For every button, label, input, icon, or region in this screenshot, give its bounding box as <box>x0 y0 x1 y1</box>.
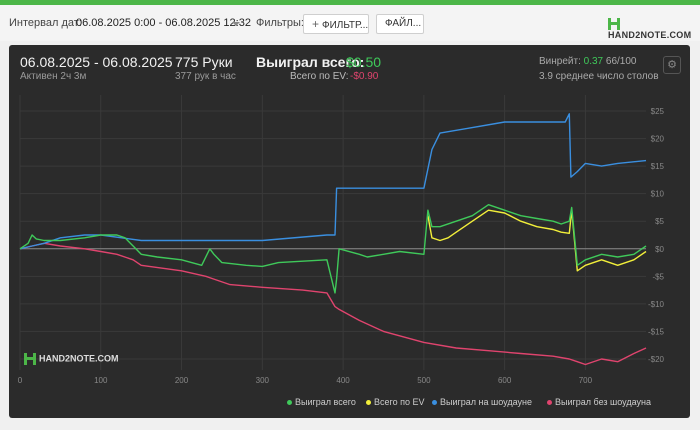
y-tick-label: -$5 <box>652 272 664 281</box>
legend-label: Всего по EV <box>374 397 425 407</box>
y-tick-label: $20 <box>651 135 665 144</box>
legend-item[interactable]: Выиграл всего <box>287 397 356 407</box>
legend-dot-icon <box>287 400 292 406</box>
legend-item[interactable]: Выиграл на шоудауне <box>432 397 532 407</box>
x-tick-label: 200 <box>175 376 189 385</box>
legend-label: Выиграл без шоудауна <box>555 397 651 407</box>
x-tick-label: 600 <box>498 376 512 385</box>
y-tick-label: -$15 <box>648 327 665 336</box>
x-axis: 0 100 200 300 400 500 600 700 <box>18 376 593 385</box>
y-tick-label: $0 <box>655 245 664 254</box>
y-tick-label: $5 <box>655 217 664 226</box>
legend-label: Выиграл всего <box>295 397 356 407</box>
x-tick-label: 400 <box>336 376 350 385</box>
line-chart: $25 $20 $15 $10 $5 $0 -$5 -$10 -$15 -$20 0 100 200 3… <box>18 95 665 385</box>
legend-item[interactable]: Выиграл без шоудауна <box>547 397 651 407</box>
chart-watermark: HAND2NOTE.COM <box>24 353 119 365</box>
y-axis: $25 $20 $15 $10 $5 $0 -$5 -$10 -$15 -$20 <box>648 107 665 364</box>
watermark-logo-icon <box>24 353 36 365</box>
grid-lines <box>19 95 646 370</box>
y-tick-label: -$10 <box>648 300 665 309</box>
x-tick-label: 500 <box>417 376 431 385</box>
x-tick-label: 0 <box>18 376 23 385</box>
x-tick-label: 100 <box>94 376 108 385</box>
y-tick-label: $25 <box>651 107 665 116</box>
y-tick-label: $10 <box>651 190 665 199</box>
y-tick-label: $15 <box>651 162 665 171</box>
watermark-text: HAND2NOTE.COM <box>39 353 119 364</box>
x-tick-label: 700 <box>579 376 593 385</box>
y-tick-label: -$20 <box>648 355 665 364</box>
legend-label: Выиграл на шоудауне <box>440 397 532 407</box>
series-line <box>19 113 647 250</box>
legend-dot-icon <box>366 400 371 406</box>
series-group <box>19 113 647 366</box>
x-tick-label: 300 <box>256 376 270 385</box>
legend-item[interactable]: Всего по EV <box>366 397 424 407</box>
legend-dot-icon <box>432 400 437 406</box>
legend-dot-icon <box>547 400 552 406</box>
